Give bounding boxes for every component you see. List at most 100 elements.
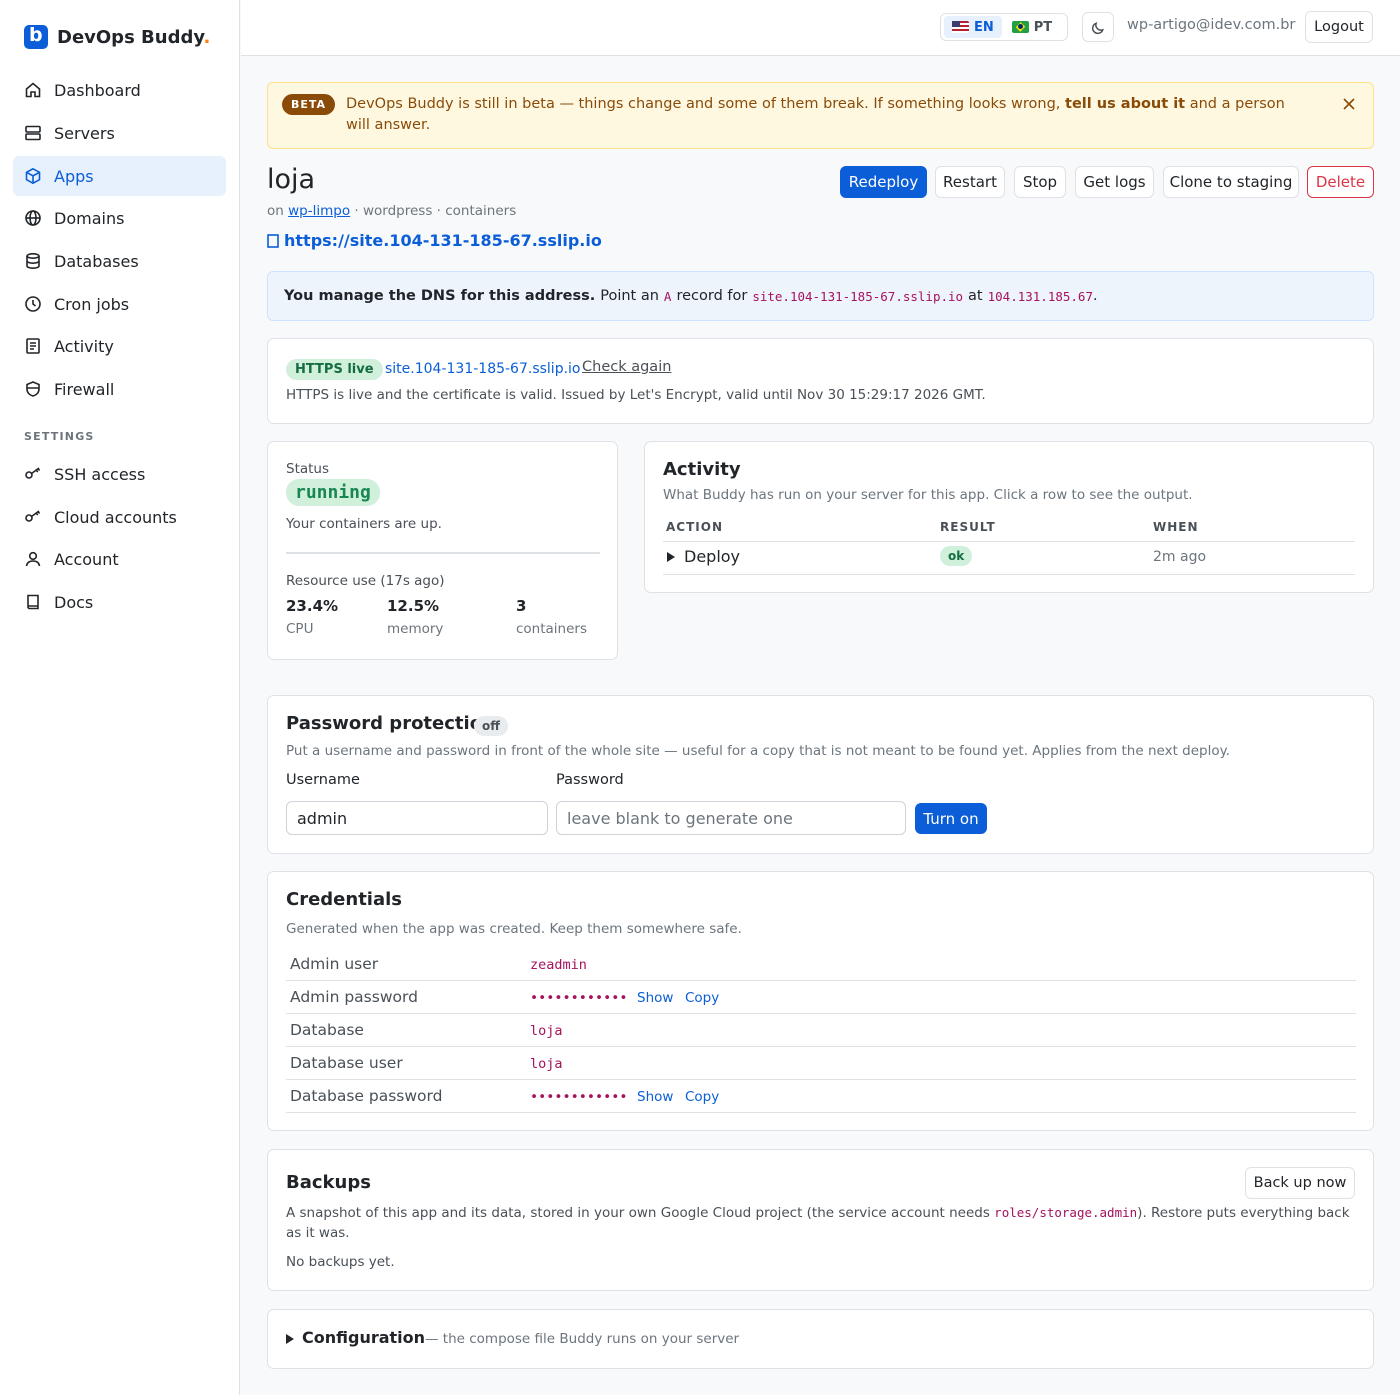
nav-label: Firewall <box>54 379 115 399</box>
clone-to-staging-button[interactable]: Clone to staging <box>1163 166 1299 198</box>
dns-host: site.104-131-185-67.sslip.io <box>752 288 964 304</box>
user-icon <box>24 550 42 568</box>
back-up-now-button[interactable]: Back up now <box>1245 1167 1355 1199</box>
username-input[interactable]: admin <box>286 801 548 835</box>
credentials-title: Credentials <box>286 889 403 910</box>
column-header-when: WHEN <box>1153 520 1199 534</box>
cpu-value: 23.4% <box>286 597 339 615</box>
credential-key: Admin user <box>290 955 379 973</box>
nav-item-docs[interactable]: Docs <box>13 582 226 622</box>
beta-banner: BETA DevOps Buddy is still in beta — thi… <box>267 82 1374 149</box>
beta-feedback-link[interactable]: tell us about it <box>1065 96 1185 112</box>
nav-label: Account <box>54 549 119 569</box>
status-card: Status running Your containers are up. R… <box>267 441 618 660</box>
table-row[interactable]: Deploy 2m ago <box>663 542 1355 574</box>
us-flag-icon <box>952 21 969 33</box>
app-title: loja <box>267 164 316 195</box>
nav-item-databases[interactable]: Databases <box>13 241 226 281</box>
credential-row-database: Database loja <box>286 1014 1356 1047</box>
password-input[interactable]: leave blank to generate one <box>556 801 906 835</box>
password-protection-card: Password protection off Put a username a… <box>267 695 1374 854</box>
brand[interactable]: DevOps Buddy. <box>24 24 210 50</box>
database-icon <box>24 252 42 270</box>
server-icon <box>24 124 42 142</box>
show-database-password-button[interactable]: Show <box>637 1089 673 1105</box>
shield-icon <box>24 380 42 398</box>
nav-item-activity[interactable]: Activity <box>13 326 226 366</box>
nav-item-firewall[interactable]: Firewall <box>13 369 226 409</box>
nav-label: Domains <box>54 208 125 228</box>
copy-database-password-button[interactable]: Copy <box>685 1089 719 1105</box>
lang-en-button[interactable]: EN <box>944 16 1002 38</box>
logout-button[interactable]: Logout <box>1305 11 1373 43</box>
status-badge: running <box>286 479 380 506</box>
settings-section-label: SETTINGS <box>24 430 95 443</box>
key-icon <box>24 465 42 483</box>
nav-item-ssh-access[interactable]: SSH access <box>13 454 226 494</box>
credential-row-admin-password: Admin password •••••••••••• Show Copy <box>286 981 1356 1014</box>
turn-on-button[interactable]: Turn on <box>915 803 987 834</box>
nav-label: Docs <box>54 592 94 612</box>
memory-value: 12.5% <box>387 597 440 615</box>
book-icon <box>24 593 42 611</box>
nav-label: Dashboard <box>54 80 141 100</box>
configuration-subtitle: — the compose file Buddy runs on your se… <box>425 1331 740 1347</box>
https-host: site.104-131-185-67.sslip.io <box>385 361 581 377</box>
cpu-label: CPU <box>286 621 314 637</box>
app-url-link[interactable]: https://site.104-131-185-67.sslip.io <box>267 231 602 250</box>
credential-key: Database <box>290 1021 364 1039</box>
nav-item-servers[interactable]: Servers <box>13 113 226 153</box>
brazil-flag-icon <box>1011 21 1029 33</box>
get-logs-button[interactable]: Get logs <box>1075 166 1154 198</box>
credentials-subtitle: Generated when the app was created. Keep… <box>286 921 742 937</box>
key-icon <box>24 508 42 526</box>
external-link-icon <box>267 233 279 248</box>
close-banner-button[interactable] <box>1342 97 1356 111</box>
nav-item-cloud-accounts[interactable]: Cloud accounts <box>13 497 226 537</box>
nav-label: Activity <box>54 336 114 356</box>
dns-record-type: A <box>663 288 672 304</box>
restart-button[interactable]: Restart <box>935 166 1005 198</box>
copy-admin-password-button[interactable]: Copy <box>685 990 719 1006</box>
beta-text: DevOps Buddy is still in beta — things c… <box>346 96 1285 133</box>
app-meta: on wp-limpo · wordpress · containers <box>267 203 517 219</box>
nav-item-account[interactable]: Account <box>13 539 226 579</box>
theme-toggle-button[interactable] <box>1082 12 1114 42</box>
brand-name: DevOps Buddy. <box>57 26 211 48</box>
credential-value: loja <box>530 1023 563 1039</box>
configuration-card[interactable]: Configuration — the compose file Buddy r… <box>267 1309 1374 1369</box>
clock-icon <box>24 295 42 313</box>
lang-pt-button[interactable]: PT <box>1004 16 1060 38</box>
backups-title: Backups <box>286 1172 371 1193</box>
configuration-title: Configuration <box>302 1328 426 1347</box>
expand-triangle-icon <box>667 552 675 562</box>
column-header-result: RESULT <box>940 520 996 534</box>
https-card: HTTPS live site.104-131-185-67.sslip.io … <box>267 338 1374 424</box>
stop-button[interactable]: Stop <box>1014 166 1066 198</box>
credential-key: Admin password <box>290 988 418 1006</box>
home-icon <box>24 81 42 99</box>
delete-button[interactable]: Delete <box>1307 166 1374 198</box>
no-backups-message: No backups yet. <box>286 1254 395 1270</box>
credential-value: •••••••••••• <box>530 990 628 1006</box>
redeploy-button[interactable]: Redeploy <box>840 166 927 198</box>
password-label: Password <box>556 772 624 788</box>
username-label: Username <box>286 772 360 788</box>
nav-item-cron-jobs[interactable]: Cron jobs <box>13 284 226 324</box>
credentials-card: Credentials Generated when the app was c… <box>267 871 1374 1131</box>
activity-when: 2m ago <box>1153 549 1207 565</box>
check-again-link[interactable]: Check again <box>582 359 671 375</box>
nav-item-dashboard[interactable]: Dashboard <box>13 70 226 110</box>
server-link[interactable]: wp-limpo <box>288 203 350 219</box>
beta-badge: BETA <box>282 94 336 115</box>
nav-item-apps[interactable]: Apps <box>13 156 226 196</box>
cube-icon <box>24 167 42 185</box>
credential-key: Database user <box>290 1054 403 1072</box>
credential-row-database-password: Database password •••••••••••• Show Copy <box>286 1080 1356 1113</box>
activity-result-badge: ok <box>940 546 973 566</box>
language-switcher: EN PT <box>940 13 1068 41</box>
show-admin-password-button[interactable]: Show <box>637 990 673 1006</box>
password-status-badge: off <box>474 716 508 736</box>
credential-value: zeadmin <box>530 957 587 973</box>
nav-item-domains[interactable]: Domains <box>13 198 226 238</box>
